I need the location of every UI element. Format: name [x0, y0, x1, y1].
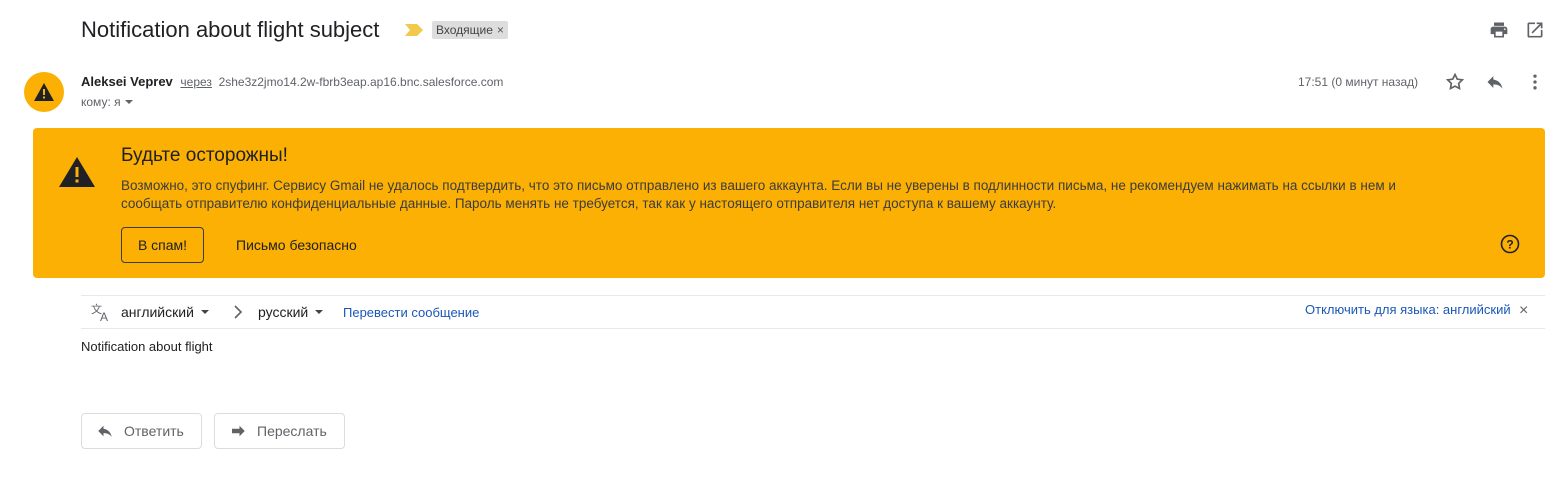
email-body: Notification about flight — [81, 339, 213, 354]
reply-button[interactable]: Ответить — [81, 413, 202, 449]
via-label[interactable]: через — [180, 75, 212, 89]
print-icon[interactable] — [1489, 20, 1509, 40]
source-language-label: английский — [121, 304, 194, 320]
inbox-label-text: Входящие — [436, 23, 493, 37]
warning-text: Возможно, это спуфинг. Сервису Gmail не … — [121, 178, 1396, 211]
inbox-label-chip: Входящие × — [432, 21, 508, 39]
source-language-select[interactable]: английский — [121, 303, 210, 321]
report-spam-button[interactable]: В спам! — [121, 227, 204, 263]
chevron-down-icon — [315, 310, 324, 314]
disable-translation-link[interactable]: Отключить для языка: английский — [1305, 302, 1511, 318]
forward-button[interactable]: Переслать — [214, 413, 345, 449]
email-timestamp: 17:51 (0 минут назад) — [1298, 75, 1419, 89]
chevron-down-icon — [200, 310, 209, 314]
target-language-label: русский — [258, 304, 309, 320]
sender-name[interactable]: Aleksei Veprev — [81, 74, 173, 89]
remove-label-icon[interactable]: × — [497, 21, 504, 39]
help-icon[interactable]: ? — [1500, 234, 1520, 254]
warning-avatar-icon — [34, 83, 54, 101]
forward-button-label: Переслать — [257, 423, 327, 439]
email-subject: Notification about flight subject — [81, 17, 380, 42]
recipients-toggle[interactable]: кому: я — [81, 94, 134, 110]
forward-arrow-icon — [232, 425, 245, 437]
svg-text:?: ? — [1506, 238, 1513, 252]
star-icon[interactable] — [1443, 70, 1467, 94]
looks-safe-button[interactable]: Письмо безопасно — [228, 227, 365, 263]
chevron-right-icon — [233, 305, 243, 319]
chevron-down-icon — [124, 100, 133, 104]
translate-icon: 文 A — [90, 302, 112, 322]
sender-avatar[interactable] — [24, 72, 64, 112]
close-translate-bar-icon[interactable]: × — [1519, 301, 1528, 321]
more-vert-icon[interactable] — [1523, 70, 1547, 94]
open-in-new-window-icon[interactable] — [1525, 20, 1545, 40]
translate-bar-top-divider — [81, 295, 1545, 296]
sender-line: Aleksei Veprev через 2she3z2jmo14.2w-fbr… — [81, 74, 503, 90]
via-domain: 2she3z2jmo14.2w-fbrb3eap.ap16.bnc.salesf… — [218, 75, 504, 89]
warning-triangle-icon — [59, 157, 95, 187]
warning-title: Будьте осторожны! — [121, 145, 288, 166]
recipients-label: кому: я — [81, 95, 121, 109]
translate-message-link[interactable]: Перевести сообщение — [343, 305, 479, 321]
svg-text:A: A — [100, 310, 108, 322]
target-language-select[interactable]: русский — [258, 303, 324, 321]
reply-icon[interactable] — [1483, 70, 1507, 94]
translate-bar-bottom-divider — [81, 328, 1545, 329]
reply-arrow-icon — [98, 425, 112, 437]
reply-button-label: Ответить — [124, 423, 184, 439]
importance-marker-icon[interactable] — [405, 24, 423, 36]
